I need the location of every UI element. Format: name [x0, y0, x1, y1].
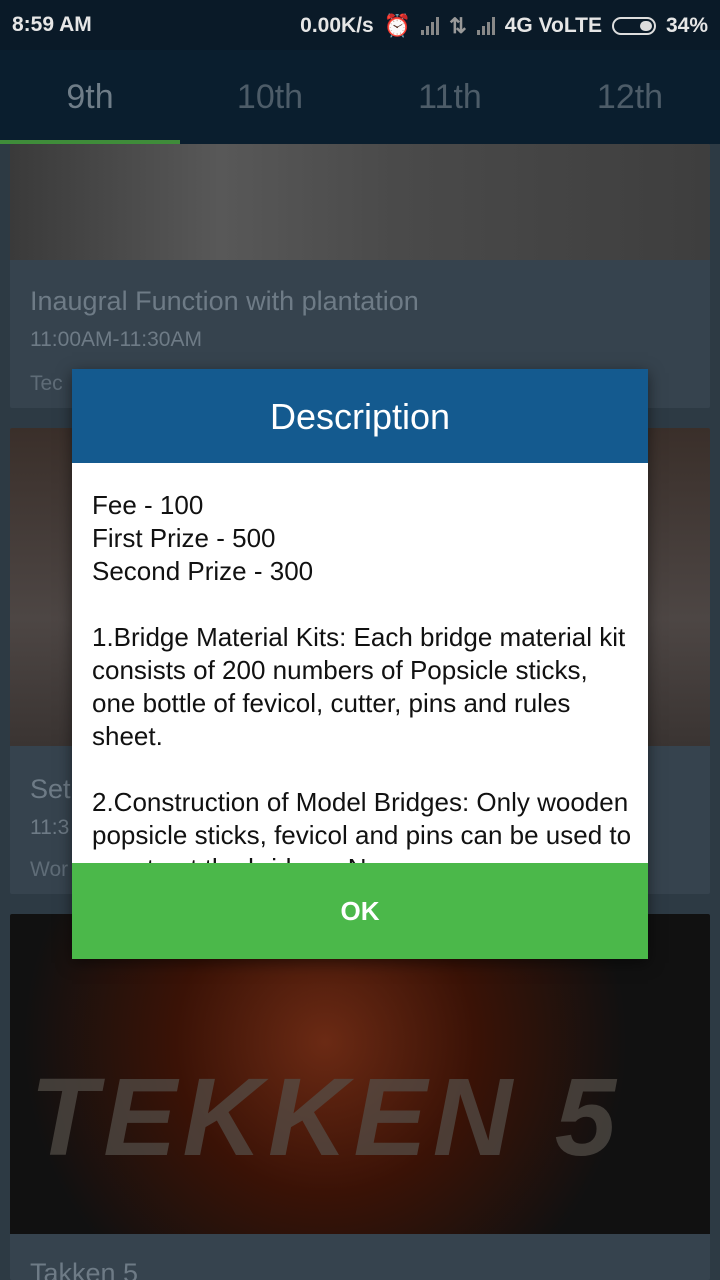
- description-dialog: Description Fee - 100 First Prize - 500 …: [72, 369, 648, 959]
- description-text: Fee - 100 First Prize - 500 Second Prize…: [92, 490, 632, 863]
- dialog-title: Description: [72, 369, 648, 463]
- ok-button[interactable]: OK: [72, 863, 648, 959]
- dialog-body-scroll[interactable]: Fee - 100 First Prize - 500 Second Prize…: [72, 463, 648, 863]
